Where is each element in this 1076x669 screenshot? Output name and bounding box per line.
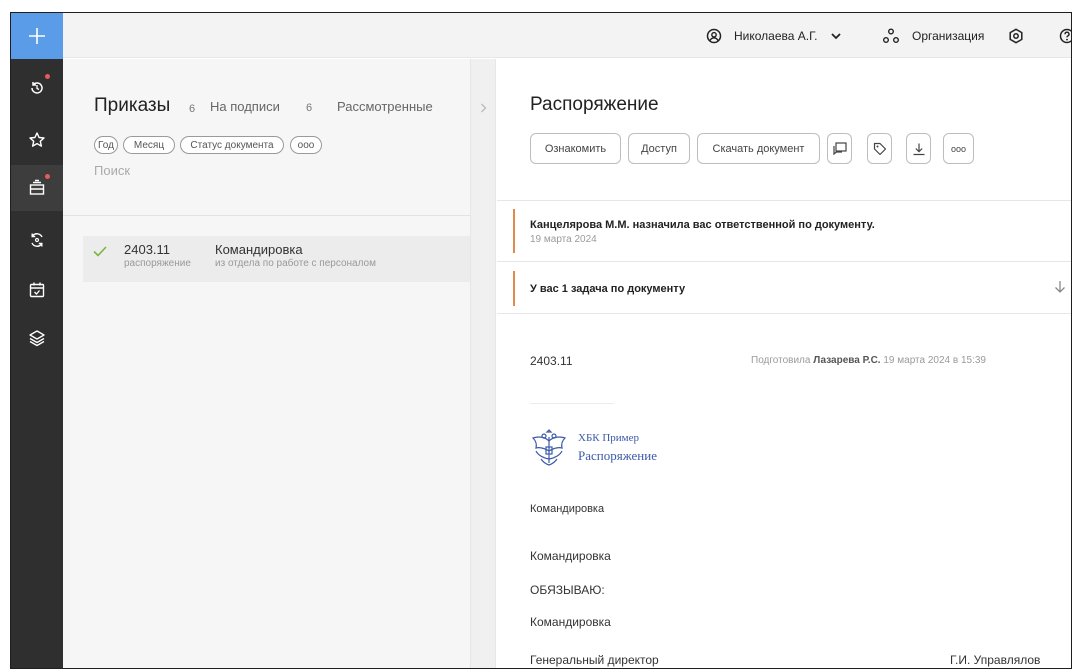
list-title-count: 6: [189, 103, 196, 115]
help-icon: [1059, 28, 1071, 43]
settings-button[interactable]: [1008, 13, 1024, 58]
divider: [497, 313, 1071, 314]
body-line: Командировка: [530, 549, 611, 563]
document-view: Распоряжение Ознакомить Доступ Скачать д…: [497, 59, 1071, 668]
more-actions-button[interactable]: ооо: [943, 133, 974, 164]
tag-icon: [873, 142, 886, 155]
task-message: У вас 1 задача по документу: [530, 283, 686, 295]
document-number: 2403.11: [530, 354, 573, 368]
access-button[interactable]: Доступ: [628, 133, 690, 164]
divider: [530, 403, 614, 404]
list-item[interactable]: 2403.11 распоряжение Командировка из отд…: [83, 236, 470, 282]
document-number: 2403.11: [124, 242, 171, 257]
tab-signing-count: 6: [306, 102, 313, 114]
left-rail: [11, 13, 63, 668]
acquaint-button[interactable]: Ознакомить: [530, 133, 621, 164]
notice-message: Канцелярова М.М. назначила вас ответстве…: [530, 219, 875, 231]
organization-name: ХБК Пример: [578, 432, 640, 444]
coat-of-arms-icon: [531, 429, 567, 466]
task-accent-bar: [513, 271, 515, 306]
filter-year-chip[interactable]: Год: [94, 136, 118, 154]
notification-dot: [45, 174, 50, 179]
check-icon: [93, 246, 107, 257]
chevron-down-icon: [831, 32, 842, 39]
create-button[interactable]: [11, 13, 63, 59]
document-list-panel: Приказы 6 На подписи 6 Рассмотренные Год…: [63, 59, 470, 668]
star-icon: [29, 132, 45, 147]
notification-dot: [45, 74, 50, 79]
rail-calendar-button[interactable]: [11, 267, 63, 313]
notice-accent-bar: [513, 209, 515, 253]
rail-favorites-button[interactable]: [11, 117, 63, 163]
top-bar: Николаева А.Г. Организация: [63, 13, 1071, 58]
chat-icon: [832, 141, 847, 155]
signer-name: Г.И. Управлялов: [950, 653, 1041, 667]
search-input[interactable]: Поиск: [94, 163, 130, 178]
obligates-heading: ОБЯЗЫВАЮ:: [530, 583, 605, 597]
filter-month-chip[interactable]: Месяц: [123, 136, 175, 154]
divider: [497, 261, 1071, 262]
download-icon: [913, 143, 924, 155]
rail-history-button[interactable]: [11, 65, 63, 111]
calendar-icon: [29, 282, 45, 298]
document-title: Командировка: [215, 242, 303, 257]
tab-reviewed[interactable]: Рассмотренные: [337, 99, 433, 114]
rail-documents-button[interactable]: [11, 165, 63, 211]
organization-icon: [883, 28, 899, 43]
document-department: из отдела по работе с персоналом: [215, 258, 376, 269]
user-circle-icon: [706, 28, 722, 43]
download-button[interactable]: [906, 133, 931, 164]
list-title: Приказы: [94, 95, 171, 116]
organization-label: Организация: [912, 28, 985, 43]
divider: [63, 215, 470, 216]
prepared-date: 19 марта 2024 в 15:39: [883, 355, 986, 366]
arrow-down-icon[interactable]: [1054, 280, 1066, 294]
sync-icon: [31, 233, 43, 247]
comments-button[interactable]: [827, 133, 852, 164]
organization-menu[interactable]: Организация: [882, 13, 984, 58]
plus-icon: [29, 28, 45, 44]
user-name: Николаева А.Г.: [734, 28, 818, 43]
document-type: распоряжение: [124, 258, 191, 269]
prepared-prefix: Подготовила: [751, 355, 811, 366]
panel-collapse-handle[interactable]: [470, 59, 496, 668]
app-window: Николаева А.Г. Организация Приказы 6 На …: [10, 12, 1072, 669]
settings-icon: [1009, 28, 1023, 43]
tab-signing[interactable]: На подписи: [210, 99, 280, 114]
prepared-by: Лазарева Р.С.: [813, 355, 881, 366]
filter-status-chip[interactable]: Статус документа: [180, 136, 284, 154]
rail-layers-button[interactable]: [11, 315, 63, 361]
divider: [497, 200, 1071, 201]
help-button[interactable]: [1059, 13, 1071, 58]
document-view-title: Распоряжение: [530, 94, 659, 115]
history-icon: [31, 82, 43, 94]
tag-button[interactable]: [867, 133, 892, 164]
notice-date: 19 марта 2024: [530, 234, 597, 245]
chevron-right-icon: [481, 103, 487, 113]
user-menu[interactable]: Николаева А.Г.: [706, 13, 842, 58]
inbox-tray-icon: [29, 179, 45, 195]
prepared-info: Подготовила Лазарева Р.С. 19 марта 2024 …: [751, 355, 986, 366]
layers-icon: [29, 330, 45, 347]
filter-more-chip[interactable]: ооо: [290, 136, 322, 154]
rail-tasks-button[interactable]: [11, 217, 63, 263]
document-subject: Командировка: [530, 503, 605, 515]
document-kind: Распоряжение: [578, 448, 657, 463]
body-line-2: Командировка: [530, 615, 611, 629]
download-document-button[interactable]: Скачать документ: [697, 133, 820, 164]
signer-title: Генеральный директор: [530, 653, 659, 667]
